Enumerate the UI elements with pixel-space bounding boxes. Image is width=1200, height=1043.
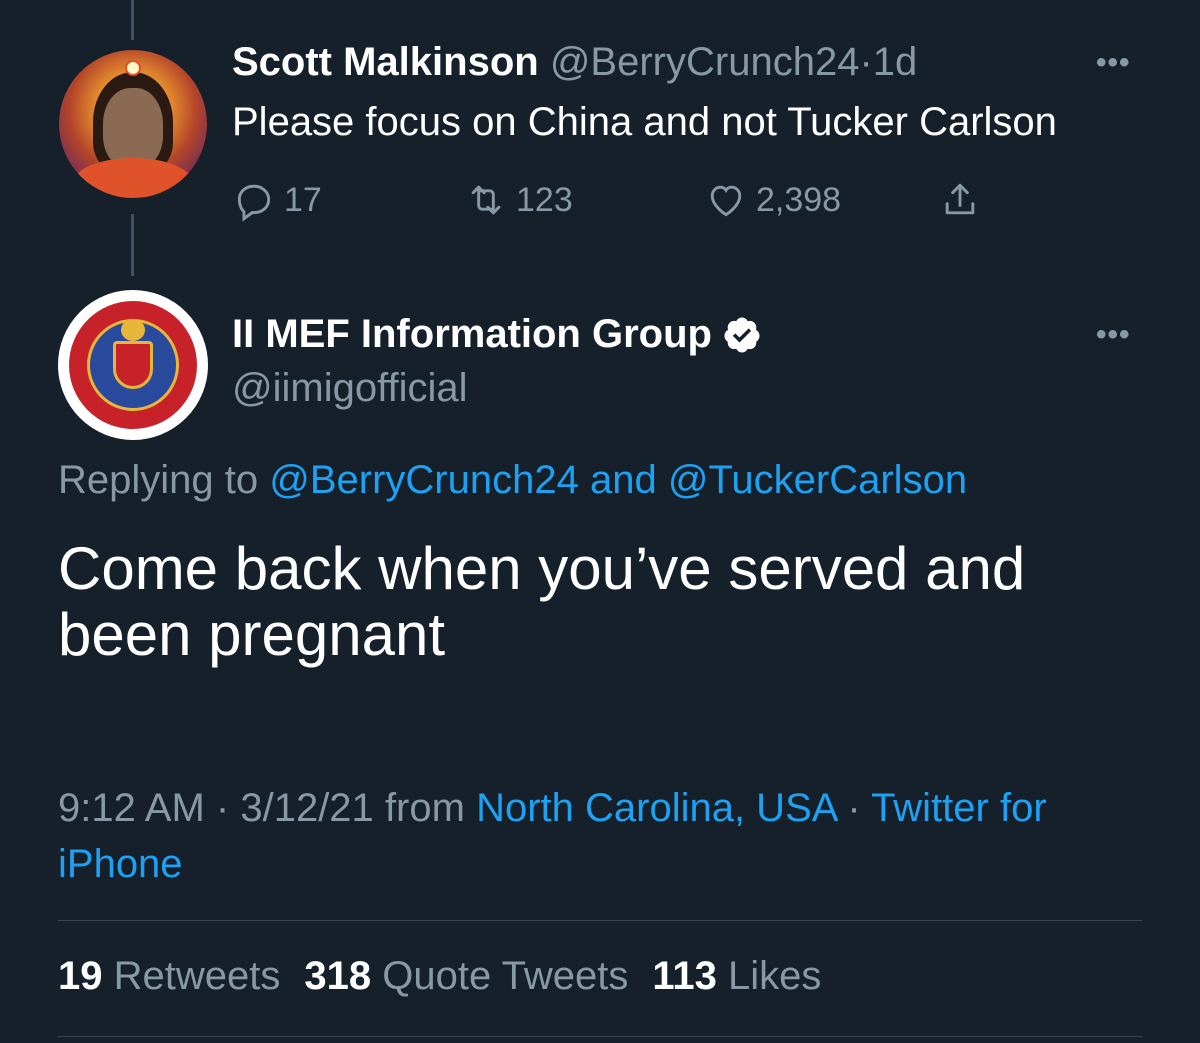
quote-tweets-stat[interactable]: 318 Quote Tweets [304, 954, 628, 998]
tweet2-author-handle[interactable]: @iimigofficial [232, 366, 468, 411]
likes-count: 113 [652, 954, 717, 998]
retweets-count: 19 [58, 954, 103, 998]
avatar-emblem-icon [121, 319, 145, 341]
tweet1-timestamp[interactable]: 1d [873, 40, 918, 84]
likes-label: Likes [727, 954, 822, 998]
quote-tweets-label: Quote Tweets [382, 954, 629, 998]
tweet1-author-name[interactable]: Scott Malkinson [232, 40, 539, 84]
reply-button[interactable]: 17 [232, 178, 322, 222]
tweet2-metadata: 9:12 AM · 3/12/21 from North Carolina, U… [58, 780, 1158, 892]
replying-user-link-1[interactable]: @BerryCrunch24 [269, 458, 579, 502]
location-link[interactable]: North Carolina, USA [476, 786, 836, 830]
tweet2-time[interactable]: 9:12 AM [58, 786, 205, 830]
tweet1-separator: · [859, 40, 873, 84]
share-icon [945, 183, 975, 215]
meta-dot-1: · [215, 786, 230, 830]
retweet-button[interactable]: 123 [464, 178, 573, 222]
tweet2-author-row: II MEF Information Group [232, 312, 762, 357]
like-count: 2,398 [756, 180, 842, 219]
tweet1-more-icon[interactable]: ••• [1096, 46, 1131, 80]
tweet2-text: Come back when you’ve served and been pr… [58, 535, 1026, 668]
tweet2-date[interactable]: 3/12/21 [240, 786, 373, 830]
replying-user-link-2[interactable]: @TuckerCarlson [668, 458, 967, 502]
replying-and: and [589, 458, 657, 502]
avatar-robe [73, 158, 193, 198]
tweet-stats: 19 Retweets 318 Quote Tweets 113 Likes [58, 954, 821, 999]
reply-icon [237, 184, 271, 222]
meta-dot-2: · [847, 786, 861, 830]
stats-divider-bottom [58, 1036, 1142, 1037]
share-button[interactable] [938, 178, 982, 222]
meta-from: from [384, 786, 465, 830]
likes-stat[interactable]: 113 Likes [652, 954, 821, 998]
tweet2-author-name[interactable]: II MEF Information Group [232, 312, 712, 357]
retweet-icon [471, 185, 501, 215]
heart-icon [710, 185, 742, 217]
replying-prefix: Replying to [58, 458, 259, 502]
avatar-third-eye [125, 60, 141, 76]
tweet1-header: Scott Malkinson @BerryCrunch24·1d [232, 40, 917, 85]
stats-divider-top [58, 920, 1142, 921]
retweet-count: 123 [516, 180, 573, 219]
tweet2-more-icon[interactable]: ••• [1096, 318, 1131, 352]
tweet1-author-handle[interactable]: @BerryCrunch24 [550, 40, 860, 84]
like-button[interactable]: 2,398 [704, 178, 841, 222]
retweets-stat[interactable]: 19 Retweets [58, 954, 280, 998]
thread-line-connector [131, 214, 134, 276]
avatar-face [103, 88, 163, 168]
quote-tweets-count: 318 [304, 954, 372, 998]
retweets-label: Retweets [113, 954, 281, 998]
reply-count: 17 [284, 180, 322, 219]
verified-badge-icon [724, 317, 760, 352]
thread-line-top [131, 0, 134, 40]
avatar-scott-malkinson[interactable] [59, 50, 207, 198]
tweet1-text: Please focus on China and not Tucker Car… [232, 100, 1057, 144]
avatar-ii-mef-information-group[interactable] [58, 290, 208, 440]
avatar-shield-icon [113, 341, 153, 389]
replying-to-line: Replying to @BerryCrunch24 and @TuckerCa… [58, 458, 967, 503]
